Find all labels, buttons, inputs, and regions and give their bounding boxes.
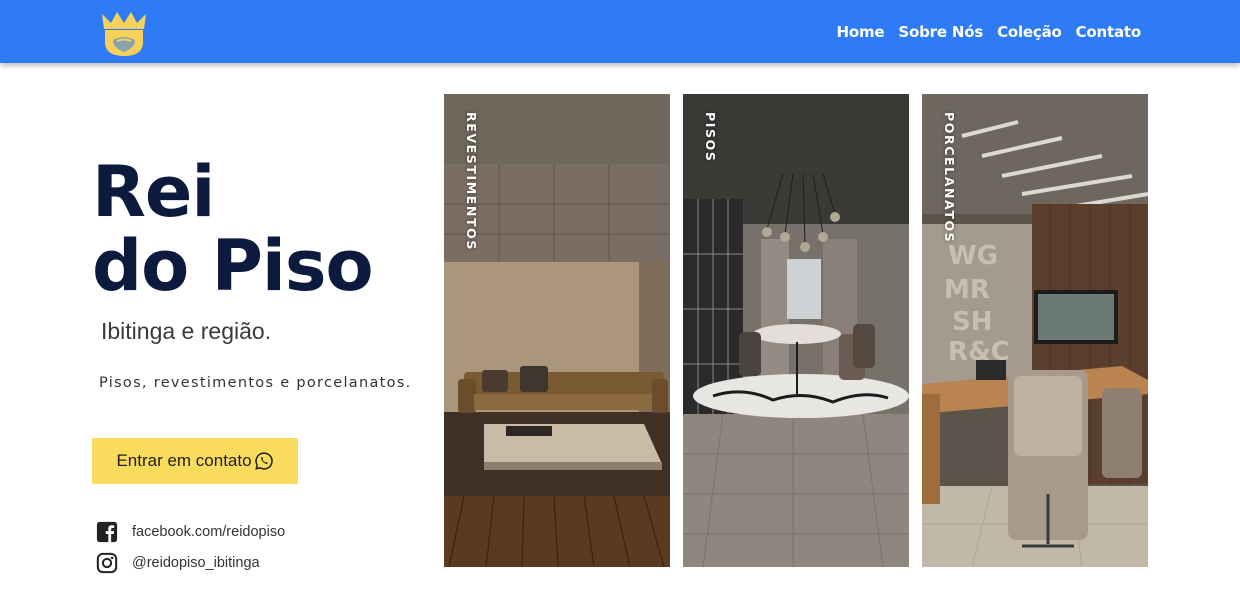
- hero-description: Pisos, revestimentos e porcelanatos.: [99, 375, 412, 391]
- whatsapp-icon: [254, 452, 273, 470]
- hero-title-line-2: do Piso: [92, 225, 374, 307]
- main-nav: Home Sobre Nós Coleção Contato: [837, 0, 1142, 63]
- instagram-icon: [96, 552, 118, 574]
- svg-text:MR: MR: [944, 275, 990, 305]
- category-label-revestimentos: REVESTIMENTOS: [464, 112, 479, 251]
- hero-title: Rei do Piso: [92, 155, 432, 303]
- facebook-icon: [96, 521, 118, 543]
- nav-colecao-link[interactable]: Coleção: [997, 23, 1062, 41]
- hero-title-line-1: Rei: [92, 151, 215, 233]
- category-card-porcelanatos[interactable]: WG MR SH R&C PORCELANATOS: [922, 94, 1148, 567]
- nav-contato-link[interactable]: Contato: [1076, 23, 1142, 41]
- nav-sobre-nos-link[interactable]: Sobre Nós: [898, 23, 983, 41]
- hero-subtitle: Ibitinga e região.: [101, 318, 272, 344]
- instagram-handle: @reidopiso_ibitinga: [132, 555, 260, 571]
- instagram-link[interactable]: @reidopiso_ibitinga: [96, 552, 260, 574]
- category-label-porcelanatos: PORCELANATOS: [942, 112, 957, 244]
- svg-text:WG: WG: [948, 241, 998, 271]
- svg-text:SH: SH: [952, 307, 993, 337]
- contact-button-label: Entrar em contato: [116, 451, 252, 470]
- category-card-revestimentos[interactable]: REVESTIMENTOS: [444, 94, 670, 567]
- facebook-handle: facebook.com/reidopiso: [132, 524, 286, 540]
- nav-home-link[interactable]: Home: [837, 23, 885, 41]
- category-label-pisos: PISOS: [703, 112, 718, 163]
- contact-button[interactable]: Entrar em contato: [92, 438, 298, 484]
- dining-room-photo: [683, 94, 909, 567]
- crown-bearded-king-icon[interactable]: [99, 8, 149, 58]
- facebook-link[interactable]: facebook.com/reidopiso: [96, 521, 285, 543]
- category-card-pisos[interactable]: PISOS: [683, 94, 909, 567]
- top-navbar: Home Sobre Nós Coleção Contato: [0, 0, 1240, 63]
